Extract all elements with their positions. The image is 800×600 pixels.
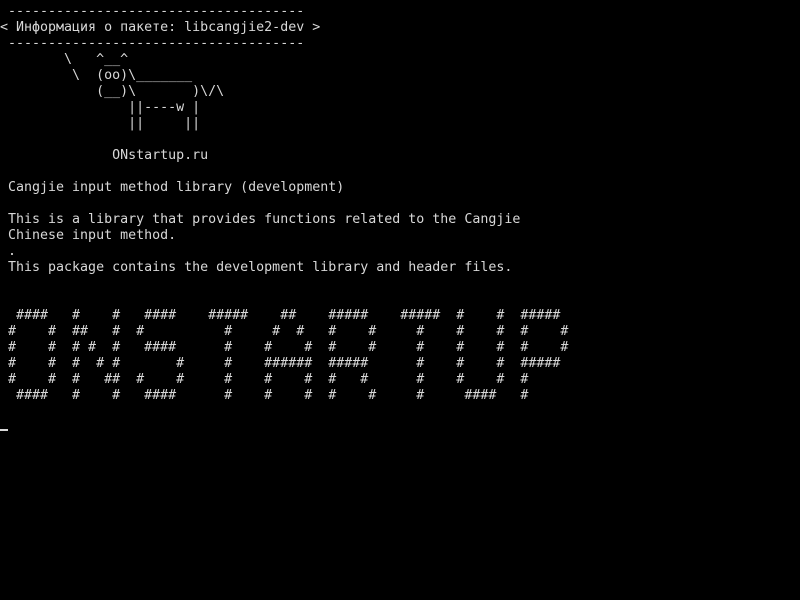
banner-art-line-4: # # # # # # # ###### ##### # # # ##### <box>0 356 561 371</box>
site-name: ONstartup.ru <box>0 148 209 163</box>
banner-art-line-2: # # ## # # # # # # # # # # # # <box>0 324 569 339</box>
text-cursor <box>0 429 8 431</box>
cow-art-line-4: ||----w | <box>0 100 201 115</box>
banner-art-line-5: # # # ## # # # # # # # # # # # <box>0 372 529 387</box>
terminal-screen: ------------------------------------- < И… <box>0 0 800 600</box>
package-description-separator: . <box>0 244 17 259</box>
cowsay-bottom-border: ------------------------------------- <box>0 36 305 51</box>
terminal-output: ------------------------------------- < И… <box>0 4 568 404</box>
package-description-line-1: This is a library that provides function… <box>0 212 521 227</box>
package-description-line-3: This package contains the development li… <box>0 260 513 275</box>
banner-art-line-1: #### # # #### ##### ## ##### ##### # # #… <box>0 308 561 323</box>
banner-art-line-6: #### # # #### # # # # # # #### # <box>0 388 529 403</box>
cow-art-line-1: \ ^__^ <box>0 52 129 67</box>
cowsay-message: < Информация о пакете: libcangjie2-dev > <box>0 20 321 35</box>
package-summary: Cangjie input method library (developmen… <box>0 180 345 195</box>
package-description-line-2: Chinese input method. <box>0 228 177 243</box>
banner-art-line-3: # # # # # #### # # # # # # # # # # <box>0 340 569 355</box>
cow-art-line-5: || || <box>0 116 201 131</box>
cowsay-top-border: ------------------------------------- <box>0 4 305 19</box>
cow-art-line-3: (__)\ )\/\ <box>0 84 225 99</box>
cow-art-line-2: \ (oo)\_______ <box>0 68 193 83</box>
